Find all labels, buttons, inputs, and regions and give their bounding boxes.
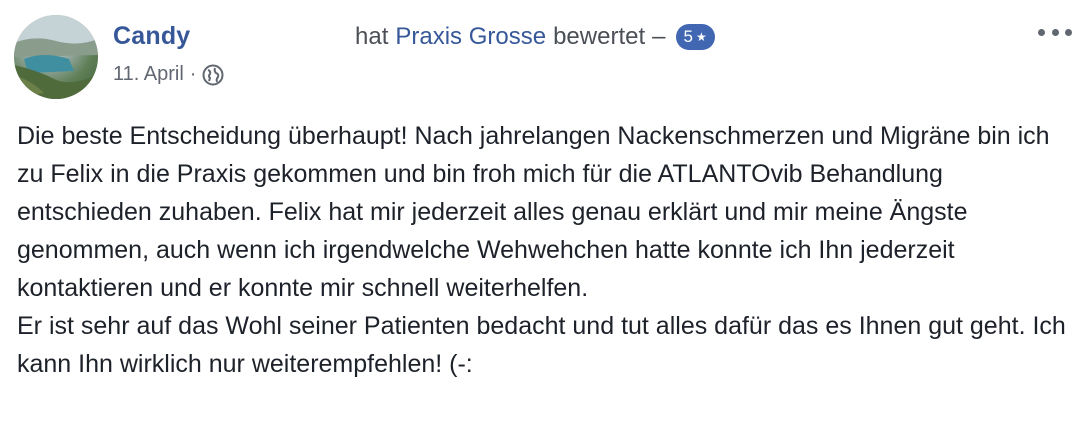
avatar[interactable] [14, 15, 98, 99]
more-options-icon[interactable] [1038, 24, 1072, 40]
author-name[interactable]: Candy [113, 22, 190, 51]
review-paragraph: Er ist sehr auf das Wohl seiner Patiente… [17, 312, 1066, 378]
avatar-photo [14, 15, 98, 99]
meta-separator: · [189, 63, 197, 85]
page-link[interactable]: Praxis Grosse [395, 23, 546, 51]
action-prefix: hat [355, 23, 389, 50]
globe-icon[interactable] [202, 64, 224, 86]
review-action-line: hat Praxis Grosse bewertet – 5 ★ [355, 23, 715, 51]
dot [1038, 28, 1045, 36]
star-icon: ★ [695, 30, 707, 44]
review-text: Die beste Entscheidung überhaupt! Nach j… [17, 117, 1077, 383]
rating-badge[interactable]: 5 ★ [675, 24, 715, 50]
rating-value: 5 [683, 27, 693, 46]
action-suffix: bewertet [553, 23, 646, 50]
post-meta: 11. April · [113, 63, 224, 86]
action-dash: – [652, 23, 666, 50]
dot [1051, 28, 1059, 36]
review-paragraph: Die beste Entscheidung überhaupt! Nach j… [17, 122, 1050, 302]
dot [1065, 28, 1072, 36]
post-date[interactable]: 11. April [113, 63, 184, 86]
post-header: Candy hat Praxis Grosse bewertet – 5 ★ 1… [0, 0, 1088, 110]
